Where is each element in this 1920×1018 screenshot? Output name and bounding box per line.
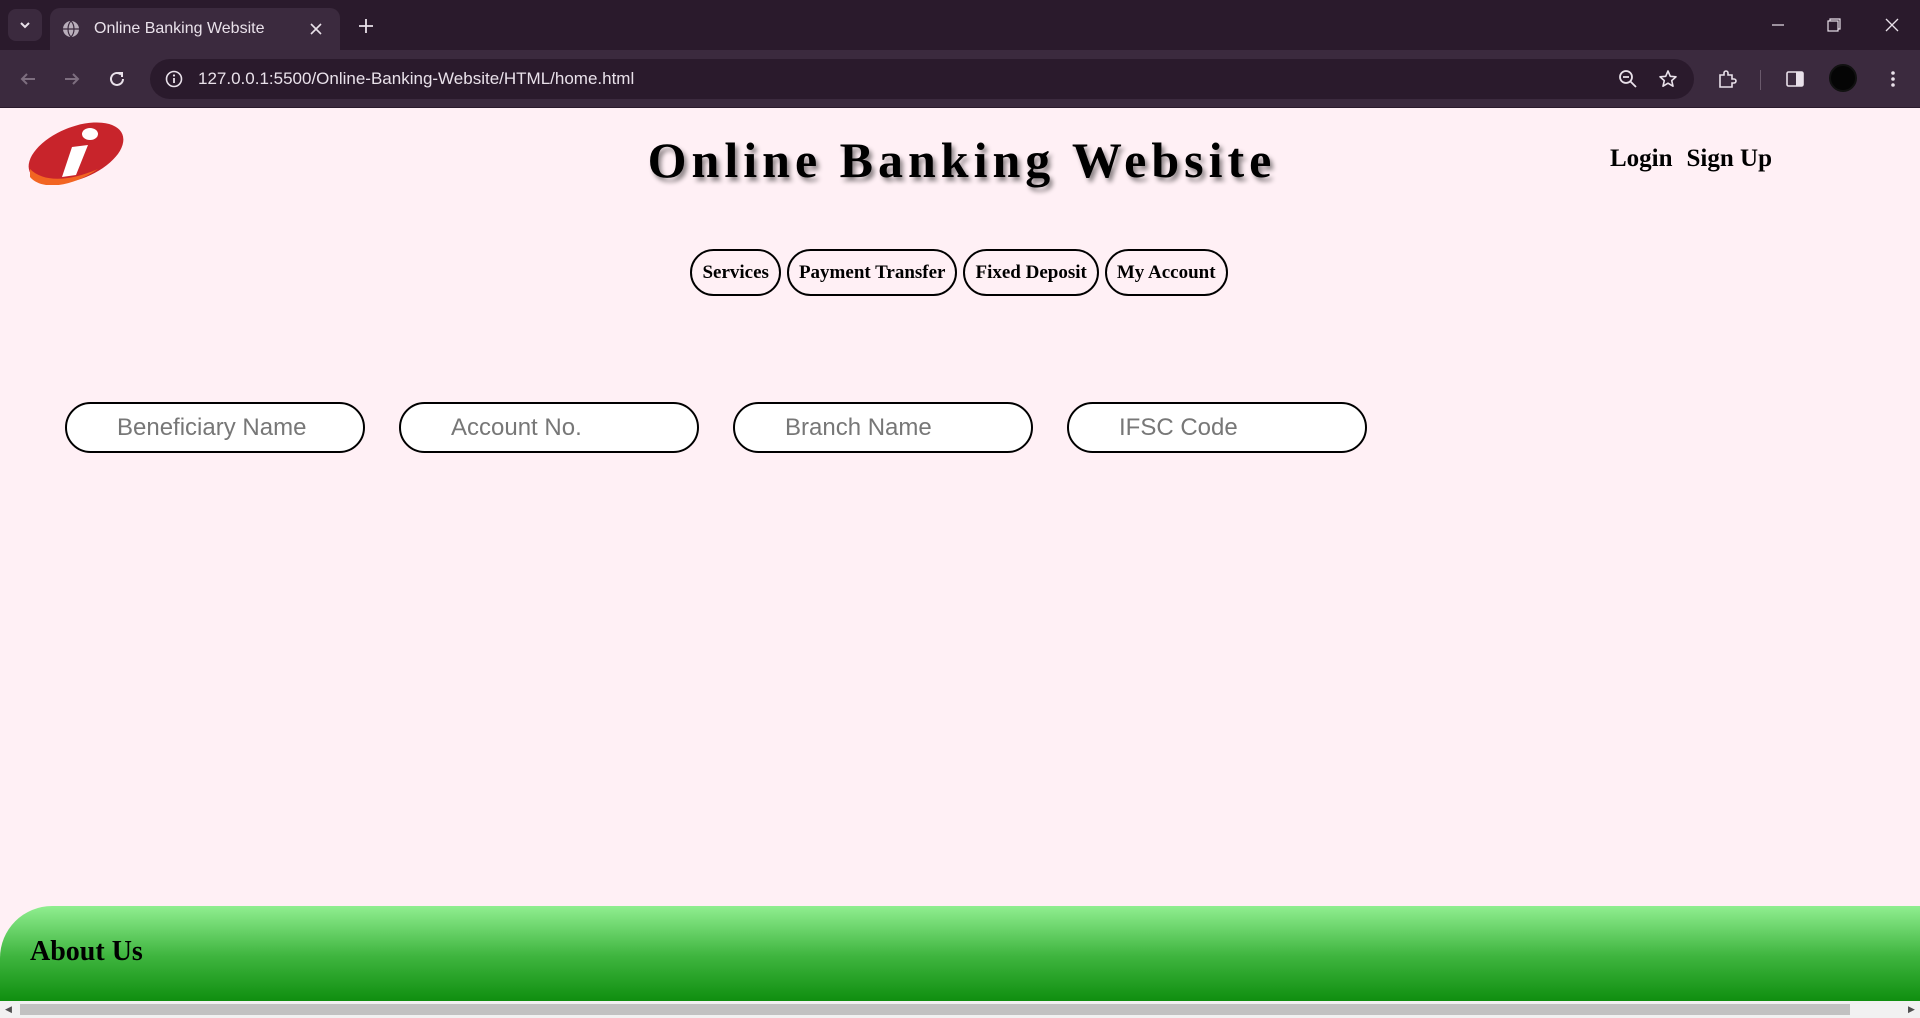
beneficiary-form [65, 402, 1367, 453]
side-panel-button[interactable] [1779, 63, 1811, 95]
nav-services-button[interactable]: Services [690, 249, 781, 296]
browser-tab-bar: Online Banking Website [0, 0, 1920, 50]
reload-button[interactable] [101, 63, 133, 95]
toolbar-divider [1760, 70, 1761, 90]
browser-tab[interactable]: Online Banking Website [50, 8, 340, 50]
minimize-icon [1772, 24, 1784, 26]
nav-payment-transfer-button[interactable]: Payment Transfer [786, 249, 958, 296]
plus-icon [359, 19, 373, 33]
about-us-heading: About Us [30, 936, 143, 967]
scroll-left-arrow[interactable]: ◀ [0, 1001, 17, 1018]
branch-name-input[interactable] [733, 402, 1033, 453]
info-icon [165, 70, 183, 88]
new-tab-button[interactable] [350, 10, 382, 42]
kebab-menu-icon [1891, 71, 1895, 87]
site-title-text: Online Banking Website [647, 132, 1277, 188]
star-icon [1659, 70, 1677, 87]
minimize-button[interactable] [1750, 0, 1806, 50]
signup-link[interactable]: Sign Up [1687, 145, 1772, 173]
back-button[interactable] [12, 63, 44, 95]
scroll-right-arrow[interactable]: ▶ [1903, 1001, 1920, 1018]
account-number-input[interactable] [399, 402, 699, 453]
zoom-button[interactable] [1608, 59, 1648, 99]
puzzle-icon [1719, 70, 1737, 88]
chevron-down-icon [20, 22, 30, 29]
close-window-button[interactable] [1864, 0, 1920, 50]
site-info-button[interactable] [154, 59, 194, 99]
profile-avatar[interactable] [1829, 64, 1857, 92]
page-content: Online Banking Website Login Sign Up Ser… [0, 109, 1920, 1001]
nav-fixed-deposit-button[interactable]: Fixed Deposit [963, 249, 1099, 296]
browser-toolbar: 127.0.0.1:5500/Online-Banking-Website/HT… [0, 50, 1920, 108]
scrollbar-thumb[interactable] [20, 1004, 1850, 1015]
arrow-right-icon [65, 73, 80, 85]
forward-button[interactable] [56, 63, 88, 95]
close-icon [1885, 18, 1899, 32]
main-nav: Services Payment Transfer Fixed Deposit … [0, 249, 1920, 296]
nav-my-account-button[interactable]: My Account [1104, 249, 1228, 296]
side-panel-icon [1786, 71, 1804, 87]
bookmark-button[interactable] [1648, 59, 1688, 99]
arrow-left-icon [20, 73, 35, 85]
horizontal-scrollbar[interactable]: ◀ ▶ [0, 1001, 1920, 1018]
restore-button[interactable] [1806, 0, 1862, 50]
tab-close-button[interactable] [302, 15, 330, 43]
url-text: 127.0.0.1:5500/Online-Banking-Website/HT… [198, 69, 635, 88]
extensions-button[interactable] [1711, 63, 1743, 95]
ifsc-code-input[interactable] [1067, 402, 1367, 453]
restore-icon [1827, 18, 1841, 32]
reload-icon [110, 71, 124, 86]
close-icon [310, 23, 322, 35]
browser-menu-button[interactable] [1877, 63, 1909, 95]
tab-title: Online Banking Website [94, 20, 265, 37]
auth-links: Login Sign Up [1610, 145, 1772, 173]
globe-icon [63, 20, 79, 38]
beneficiary-name-input[interactable] [65, 402, 365, 453]
zoom-out-icon [1619, 70, 1637, 88]
tab-search-button[interactable] [8, 9, 42, 41]
footer: About Us [0, 906, 1920, 1001]
address-bar[interactable]: 127.0.0.1:5500/Online-Banking-Website/HT… [150, 59, 1694, 99]
login-link[interactable]: Login [1610, 145, 1673, 173]
